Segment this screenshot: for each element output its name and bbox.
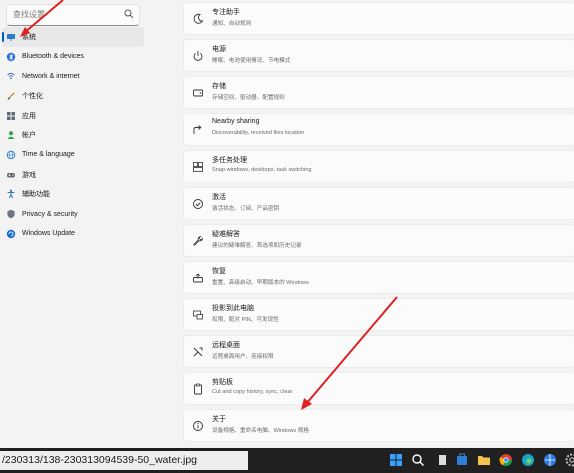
sidebar-item-accounts[interactable]: 帐户: [2, 125, 144, 145]
sidebar-item-gaming[interactable]: 游戏: [2, 165, 144, 185]
card-multitasking[interactable]: 多任务处理 Snap windows, desktops, task switc…: [183, 150, 574, 183]
moon-icon: [193, 13, 204, 24]
wrench-icon: [193, 236, 203, 246]
card-title: 恢复: [212, 268, 226, 275]
projection-icon: [193, 310, 203, 320]
recovery-icon: [193, 273, 203, 283]
sidebar-item-apps[interactable]: 应用: [2, 106, 144, 126]
card-recovery[interactable]: 恢复 重置、高级启动、早期版本的 Windows: [183, 261, 574, 294]
sidebar-item-label: Privacy & security: [22, 210, 78, 218]
folder-icon[interactable]: [476, 452, 492, 468]
card-title: 激活: [212, 194, 226, 201]
card-title: 电源: [212, 46, 226, 53]
power-icon: [193, 51, 203, 61]
sidebar-item-label: Windows Update: [22, 230, 75, 238]
card-subtitle: 设备规格、重命名电脑、Windows 规格: [212, 428, 309, 434]
sidebar-nav: 系统 Bluetooth & devices Network & interne…: [2, 27, 144, 244]
sidebar-item-label: 系统: [22, 33, 36, 41]
check-circle-icon: [193, 199, 203, 209]
taskbar-icons: [388, 452, 574, 470]
card-clipboard[interactable]: 剪贴板 Cut and copy history, sync, clear: [183, 372, 574, 405]
remote-icon: [193, 347, 203, 357]
sidebar-item-accessibility[interactable]: 辅助功能: [2, 185, 144, 205]
card-title: 关于: [212, 416, 226, 423]
card-title: 剪贴板: [212, 379, 233, 386]
sidebar-item-privacy-security[interactable]: Privacy & security: [2, 204, 144, 224]
sidebar-item-windows-update[interactable]: Windows Update: [2, 224, 144, 244]
sidebar-item-label: 辅助功能: [22, 191, 50, 199]
card-title: Nearby sharing: [212, 118, 260, 125]
account-icon: [7, 131, 15, 140]
settings-sidebar: 查找设置 系统 Bluetooth & devices Network & in…: [0, 0, 168, 448]
card-focus-assist[interactable]: 专注助手 通知、自动规则: [183, 2, 574, 35]
sidebar-item-label: Time & language: [22, 151, 75, 159]
storage-icon: [193, 89, 203, 97]
info-icon: [193, 421, 203, 431]
sidebar-item-system[interactable]: 系统: [2, 27, 144, 47]
settings-search-box[interactable]: 查找设置: [6, 4, 140, 26]
update-icon: [6, 229, 16, 238]
sidebar-item-label: 游戏: [22, 171, 36, 179]
network-icon: [7, 73, 15, 80]
card-subtitle: 重置、高级启动、早期版本的 Windows: [212, 280, 309, 286]
globe-icon: [6, 150, 16, 160]
sidebar-item-label: 帐户: [22, 132, 36, 140]
card-title: 远程桌面: [212, 342, 240, 349]
settings-icon[interactable]: [564, 452, 574, 468]
card-subtitle: Snap windows, desktops, task switching: [212, 167, 312, 173]
card-power[interactable]: 电源 睡眠、电池使用情况、节电模式: [183, 39, 574, 72]
card-subtitle: 建议的疑难解答、首选项和历史记录: [212, 243, 302, 249]
gamepad-icon: [7, 172, 15, 178]
search-icon[interactable]: [410, 452, 426, 468]
edge-icon[interactable]: [520, 452, 536, 468]
apps-icon: [7, 111, 15, 120]
browser-icon[interactable]: [542, 452, 558, 468]
card-subtitle: Cut and copy history, sync, clear: [212, 389, 293, 395]
clipboard-icon: [194, 383, 202, 395]
card-subtitle: 激活状态、订阅、产品密钥: [212, 206, 280, 212]
sidebar-item-time-language[interactable]: Time & language: [2, 145, 144, 165]
sidebar-item-personalization[interactable]: 个性化: [2, 86, 144, 106]
card-title: 疑难解答: [212, 231, 240, 238]
sidebar-item-label: 应用: [22, 112, 36, 120]
card-subtitle: 通知、自动规则: [212, 21, 252, 27]
multitask-icon: [193, 162, 203, 172]
store-icon[interactable]: [454, 452, 470, 468]
card-subtitle: 远程桌面用户、连接权限: [212, 354, 274, 360]
card-about[interactable]: 关于 设备规格、重命名电脑、Windows 规格: [183, 409, 574, 442]
sidebar-item-label: Bluetooth & devices: [22, 53, 84, 61]
windows-start-icon[interactable]: [388, 452, 404, 468]
card-nearby-sharing[interactable]: Nearby sharing Discoverability, received…: [183, 113, 574, 146]
card-title: 多任务处理: [212, 157, 247, 164]
sidebar-item-label: 个性化: [22, 92, 43, 100]
bluetooth-icon: [6, 52, 16, 61]
chrome-icon[interactable]: [498, 452, 514, 468]
shield-icon: [7, 209, 15, 219]
sidebar-item-network[interactable]: Network & internet: [2, 66, 144, 86]
card-title: 投影到此电脑: [212, 305, 254, 312]
card-subtitle: Discoverability, received files location: [212, 130, 305, 136]
card-remote-desktop[interactable]: 远程桌面 远程桌面用户、连接权限: [183, 335, 574, 368]
card-activation[interactable]: 激活 激活状态、订阅、产品密钥: [183, 187, 574, 220]
card-title: 专注助手: [212, 9, 240, 16]
monitor-icon: [7, 33, 15, 41]
card-subtitle: 存储空间、驱动器、配置规则: [212, 95, 285, 101]
card-subtitle: 权限、配对 PIN、可发现性: [212, 317, 279, 323]
brush-icon: [7, 92, 15, 100]
search-icon[interactable]: [123, 8, 135, 20]
search-placeholder: 查找设置: [13, 10, 45, 19]
filename-overlay: /230313/138-230313094539-50_water.jpg: [0, 451, 248, 470]
system-settings-list: 专注助手 通知、自动规则 电源 睡眠、电池使用情况、节电模式 存储 存储空间、驱…: [180, 0, 574, 448]
card-troubleshoot[interactable]: 疑难解答 建议的疑难解答、首选项和历史记录: [183, 224, 574, 257]
sidebar-item-bluetooth[interactable]: Bluetooth & devices: [2, 47, 144, 67]
share-icon: [193, 125, 202, 134]
accessibility-icon: [7, 190, 15, 199]
card-storage[interactable]: 存储 存储空间、驱动器、配置规则: [183, 76, 574, 109]
sidebar-item-label: Network & internet: [22, 72, 80, 80]
card-title: 存储: [212, 83, 226, 90]
card-subtitle: 睡眠、电池使用情况、节电模式: [212, 58, 291, 64]
card-projecting[interactable]: 投影到此电脑 权限、配对 PIN、可发现性: [183, 298, 574, 331]
file-explorer-icon[interactable]: [432, 452, 448, 468]
